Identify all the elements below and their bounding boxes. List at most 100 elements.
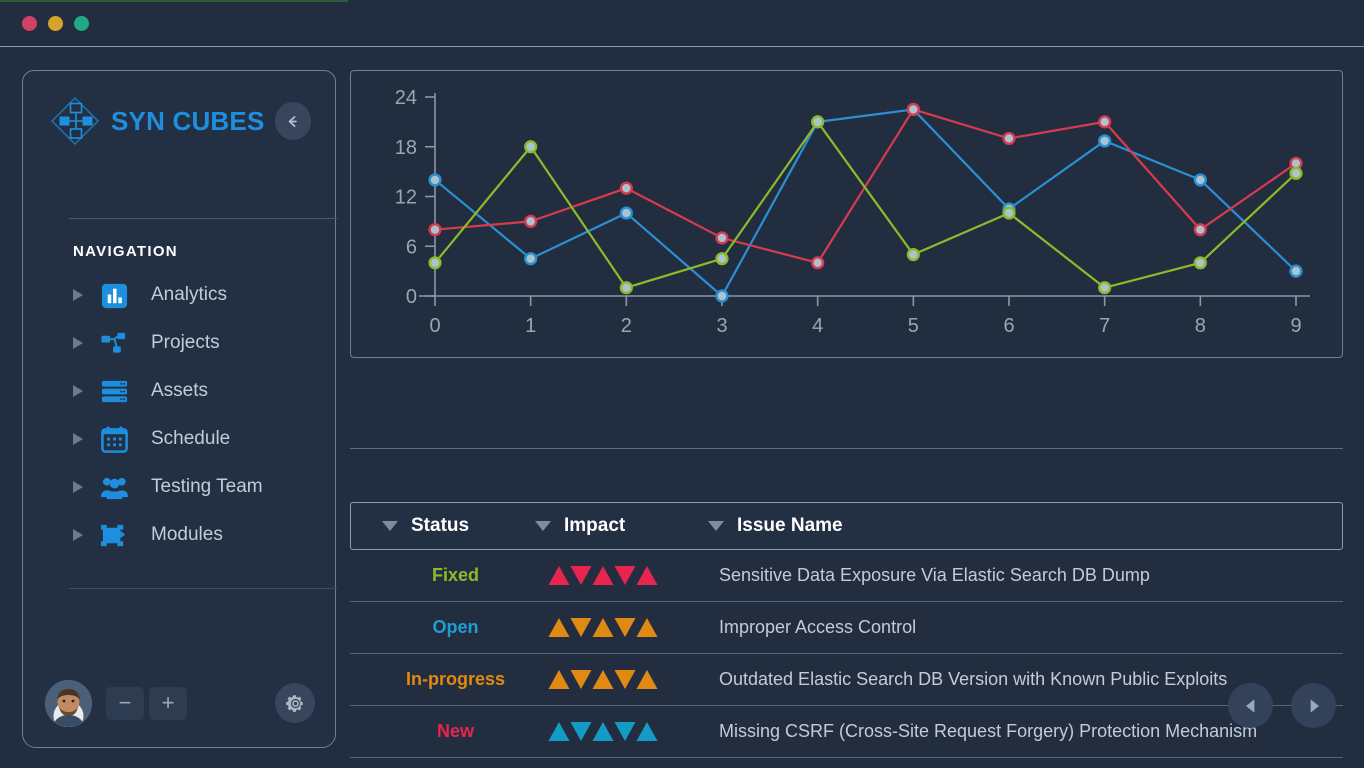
previous-page-button[interactable] <box>1228 683 1273 728</box>
triangle-up-icon <box>592 721 614 742</box>
impact-indicator <box>532 721 705 742</box>
sidebar-item-label: Modules <box>151 524 223 546</box>
expand-caret-icon[interactable] <box>67 383 89 399</box>
issue-name: Sensitive Data Exposure Via Elastic Sear… <box>705 565 1343 586</box>
triangle-down-icon <box>614 669 636 690</box>
sidebar-item-modules[interactable]: Modules <box>67 511 337 559</box>
sidebar-item-analytics[interactable]: Analytics <box>67 271 337 319</box>
server-icon <box>97 376 131 406</box>
issue-name: Improper Access Control <box>705 617 1343 638</box>
triangle-up-icon <box>592 669 614 690</box>
table-row[interactable]: In-progressOutdated Elastic Search DB Ve… <box>350 654 1343 706</box>
column-header-label: Impact <box>564 515 625 537</box>
triangle-up-icon <box>636 721 658 742</box>
triangle-up-icon <box>592 565 614 586</box>
triangle-down-icon <box>614 565 636 586</box>
svg-text:6: 6 <box>1003 315 1014 337</box>
brand-header: SYN CUBES <box>49 95 311 147</box>
triangle-up-icon <box>548 669 570 690</box>
expand-caret-icon[interactable] <box>67 431 89 447</box>
svg-text:0: 0 <box>406 286 417 308</box>
avatar[interactable] <box>45 680 92 727</box>
table-header: Status Impact Issue Name <box>350 502 1343 550</box>
minimize-button[interactable] <box>48 16 63 31</box>
sidebar-collapse-button[interactable] <box>275 102 312 140</box>
calendar-icon <box>97 424 131 454</box>
pagination <box>1228 683 1336 728</box>
column-header-status[interactable]: Status <box>351 515 533 537</box>
titlebar-accent <box>0 0 348 2</box>
triangle-up-icon <box>636 565 658 586</box>
sidebar-item-label: Testing Team <box>151 476 263 498</box>
expand-caret-icon[interactable] <box>67 287 89 303</box>
zoom-controls: − + <box>106 687 187 720</box>
status-badge: Fixed <box>350 565 532 586</box>
column-header-label: Status <box>411 515 469 537</box>
modules-icon <box>97 520 131 550</box>
svg-text:0: 0 <box>429 315 440 337</box>
sidebar-item-schedule[interactable]: Schedule <box>67 415 337 463</box>
sidebar-footer: − + <box>23 677 337 729</box>
impact-triangles <box>548 721 658 742</box>
svg-text:3: 3 <box>716 315 727 337</box>
sitemap-icon <box>97 328 131 358</box>
sidebar-item-label: Schedule <box>151 428 230 450</box>
brand-name: SYN CUBES <box>111 106 265 137</box>
triangle-down-icon <box>614 617 636 638</box>
line-chart: 061218240123456789 <box>351 71 1342 357</box>
svg-text:1: 1 <box>525 315 536 337</box>
triangle-up-icon <box>548 565 570 586</box>
sidebar-item-label: Analytics <box>151 284 227 306</box>
svg-text:7: 7 <box>1099 315 1110 337</box>
triangle-right-icon <box>1304 696 1324 716</box>
svg-text:2: 2 <box>621 315 632 337</box>
svg-text:24: 24 <box>395 87 417 109</box>
expand-caret-icon[interactable] <box>67 527 89 543</box>
sidebar-item-label: Projects <box>151 332 220 354</box>
impact-indicator <box>532 565 705 586</box>
sort-desc-icon[interactable] <box>533 516 553 536</box>
zoom-out-button[interactable]: − <box>106 687 144 720</box>
table-row[interactable]: OpenImproper Access Control <box>350 602 1343 654</box>
zoom-in-button[interactable]: + <box>149 687 187 720</box>
gear-icon <box>285 693 306 714</box>
svg-text:12: 12 <box>395 187 417 209</box>
triangle-up-icon <box>636 669 658 690</box>
app-window: SYN CUBES NAVIGATION <box>0 0 1364 768</box>
impact-triangles <box>548 565 658 586</box>
triangle-down-icon <box>570 565 592 586</box>
sidebar-item-assets[interactable]: Assets <box>67 367 337 415</box>
triangle-down-icon <box>614 721 636 742</box>
svg-text:5: 5 <box>908 315 919 337</box>
sidebar-item-testing-team[interactable]: Testing Team <box>67 463 337 511</box>
expand-caret-icon[interactable] <box>67 335 89 351</box>
sort-desc-icon[interactable] <box>706 516 726 536</box>
close-button[interactable] <box>22 16 37 31</box>
impact-indicator <box>532 669 705 690</box>
status-badge: In-progress <box>350 669 532 690</box>
section-divider <box>350 448 1343 449</box>
window-controls <box>22 16 89 31</box>
triangle-up-icon <box>636 617 658 638</box>
next-page-button[interactable] <box>1291 683 1336 728</box>
nav-section-title: NAVIGATION <box>73 243 178 260</box>
sidebar-item-projects[interactable]: Projects <box>67 319 337 367</box>
column-header-label: Issue Name <box>737 515 843 537</box>
sort-desc-icon[interactable] <box>380 516 400 536</box>
impact-indicator <box>532 617 705 638</box>
table-row[interactable]: NewMissing CSRF (Cross-Site Request Forg… <box>350 706 1343 758</box>
triangle-down-icon <box>570 721 592 742</box>
bar-chart-icon <box>97 280 131 310</box>
table-row[interactable]: Fixed Sensitive Data Exposure Via Elastic… <box>350 550 1343 602</box>
svg-text:9: 9 <box>1290 315 1301 337</box>
expand-caret-icon[interactable] <box>67 479 89 495</box>
triangle-up-icon <box>592 617 614 638</box>
sidebar: SYN CUBES NAVIGATION <box>22 70 336 748</box>
column-header-issue-name[interactable]: Issue Name <box>706 515 1342 537</box>
nav-list: Analytics Projects <box>67 271 337 559</box>
maximize-button[interactable] <box>74 16 89 31</box>
column-header-impact[interactable]: Impact <box>533 515 706 537</box>
settings-button[interactable] <box>275 683 315 723</box>
triangle-down-icon <box>570 669 592 690</box>
syn-cubes-logo-icon <box>49 95 101 147</box>
